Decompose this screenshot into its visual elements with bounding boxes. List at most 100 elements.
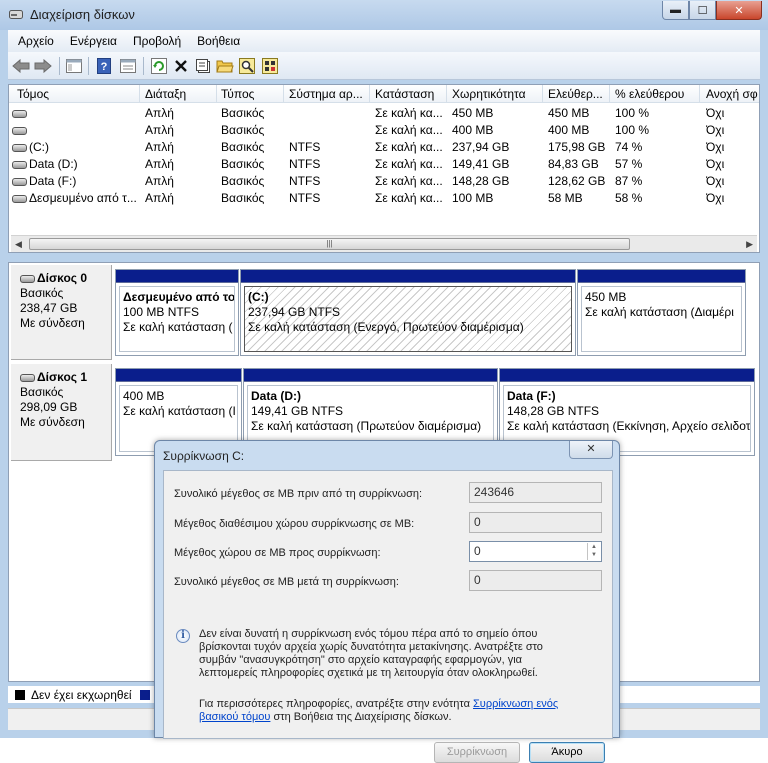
column-capacity[interactable]: Χωρητικότητα [452,87,542,101]
info-line: Δεν είναι δυνατή η συρρίκνωση ενός τόμου… [199,628,538,640]
volume-row[interactable]: Απλή Βασικός Σε καλή κα... 450 MB 450 MB… [9,104,759,121]
info-line: λεπτομερείς πληροφορίες σχετικά με τη λε… [199,667,538,679]
dialog-title: Συρρίκνωση C: [163,449,245,463]
open-folder-button[interactable] [215,56,235,76]
total-size-after-label: Συνολικό μέγεθος σε MB μετά τη συρρίκνωσ… [174,576,399,588]
partition-size: 149,41 GB NTFS [251,404,344,418]
volume-type: Βασικός [221,140,265,154]
close-button[interactable]: ✕ [716,1,762,20]
volume-row[interactable]: Δεσμευμένο από τ... Απλή Βασικός NTFS Σε… [9,189,759,206]
column-type[interactable]: Τύπος [221,87,281,101]
disk-icon [20,373,35,382]
disk-size: 238,47 GB [20,301,78,315]
volume-name: Δεσμευμένο από τ... [12,191,137,205]
partition-size: 148,28 GB NTFS [507,404,600,418]
refresh-button[interactable] [149,56,169,76]
console-tree-button[interactable] [64,56,84,76]
volume-capacity: 400 MB [452,123,494,137]
partition-size: 100 MB NTFS [123,305,200,319]
column-divider[interactable] [542,85,543,103]
partition-status: Σε καλή κατάσταση (Ενεργό, Πρωτεύον διαμ… [248,320,524,334]
volume-capacity: 149,41 GB [452,157,510,171]
volume-free-space: 175,98 GB [548,140,606,154]
partition-recovery-450[interactable]: 450 MB Σε καλή κατάσταση (Διαμέρι [577,269,746,356]
menu-view[interactable]: Προβολή [133,34,181,48]
horizontal-scrollbar[interactable]: ◀ ||| ▶ [11,235,757,252]
scrollbar-thumb[interactable]: ||| [29,238,630,250]
disk-type: Βασικός [20,286,64,300]
search-icon [239,58,255,74]
forward-button[interactable] [33,56,53,76]
spin-down-icon[interactable]: ▼ [588,551,600,559]
menu-help[interactable]: Βοήθεια [197,34,240,48]
column-divider[interactable] [283,85,284,103]
column-divider[interactable] [369,85,370,103]
volume-icon [12,143,27,152]
column-filesystem[interactable]: Σύστημα αρ... [289,87,369,101]
column-divider[interactable] [139,85,140,103]
column-free-space[interactable]: Ελεύθερ... [548,87,610,101]
search-button[interactable] [237,56,257,76]
volume-fault-tolerance: Όχι [706,106,725,120]
column-status[interactable]: Κατάσταση [375,87,445,101]
volume-percent-free: 57 % [615,157,643,171]
menu-action[interactable]: Ενέργεια [70,34,117,48]
maximize-button[interactable]: ☐ [689,1,716,20]
settings-button[interactable] [260,56,280,76]
volume-type: Βασικός [221,123,265,137]
volume-filesystem: NTFS [289,140,321,154]
properties-button[interactable] [193,56,213,76]
volume-filesystem: NTFS [289,157,321,171]
spin-up-icon[interactable]: ▲ [588,543,600,551]
refresh-icon [151,58,167,74]
column-divider[interactable] [216,85,217,103]
back-button[interactable] [11,56,31,76]
volume-row[interactable]: Data (F:) Απλή Βασικός NTFS Σε καλή κα..… [9,172,759,189]
help-button[interactable]: ? [94,56,114,76]
column-layout[interactable]: Διάταξη [145,87,215,101]
shrink-amount-input[interactable]: 0 ▲ ▼ [469,541,602,562]
volume-type: Βασικός [221,174,265,188]
volume-row[interactable]: (C:) Απλή Βασικός NTFS Σε καλή κα... 237… [9,138,759,155]
properties-view-button[interactable] [118,56,138,76]
column-divider[interactable] [446,85,447,103]
volume-icon [12,194,27,203]
volume-name: Data (F:) [12,174,137,188]
volume-row[interactable]: Απλή Βασικός Σε καλή κα... 400 MB 400 MB… [9,121,759,138]
partition-status: Σε καλή κατάσταση (Ι [123,404,236,418]
svg-text:?: ? [101,61,108,73]
partition-c[interactable]: (C:) 237,94 GB NTFS Σε καλή κατάσταση (Ε… [240,269,576,356]
partition-system-reserved[interactable]: Δεσμευμένο από το 100 MB NTFS Σε καλή κα… [115,269,239,356]
volume-free-space: 84,83 GB [548,157,599,171]
column-volume[interactable]: Τόμος [17,87,137,101]
volume-fault-tolerance: Όχι [706,157,725,171]
partition-name: (C:) [248,290,269,304]
column-divider[interactable] [609,85,610,103]
volume-row[interactable]: Data (D:) Απλή Βασικός NTFS Σε καλή κα..… [9,155,759,172]
column-fault-tolerance[interactable]: Ανοχή σφ [706,87,758,101]
scroll-left-icon[interactable]: ◀ [15,239,22,250]
title-bar[interactable]: Διαχείριση δίσκων ▬ ☐ ✕ [0,0,768,30]
scroll-right-icon[interactable]: ▶ [746,239,753,250]
volume-layout: Απλή [145,174,174,188]
volume-layout: Απλή [145,106,174,120]
volume-capacity: 450 MB [452,106,494,120]
column-percent-free[interactable]: % ελεύθερου [615,87,699,101]
info-line: συμβάν "ανασυγκρότηση" στο αρχείο καταγρ… [199,654,523,666]
volume-filesystem: NTFS [289,191,321,205]
disk-1-label[interactable]: Δίσκος 1 Βασικός 298,09 GB Με σύνδεση [11,364,112,461]
delete-button[interactable] [171,56,191,76]
shrink-button[interactable]: Συρρίκνωση [434,742,520,763]
disk-status: Με σύνδεση [20,415,85,429]
disk-0-label[interactable]: Δίσκος 0 Βασικός 238,47 GB Με σύνδεση [11,265,112,360]
volume-list[interactable]: Τόμος Διάταξη Τύπος Σύστημα αρ... Κατάστ… [8,84,760,253]
help-link[interactable]: βασικού τόμου [199,711,270,723]
help-link[interactable]: Συρρίκνωση ενός [473,698,558,710]
dialog-close-button[interactable]: ✕ [569,441,613,459]
column-divider[interactable] [699,85,700,103]
minimize-button[interactable]: ▬ [662,1,689,20]
total-size-before-value: 243646 [469,482,602,503]
menu-file[interactable]: Αρχείο [18,34,54,48]
cancel-button[interactable]: Άκυρο [529,742,605,763]
shrink-amount-spinner[interactable]: ▲ ▼ [587,543,600,560]
